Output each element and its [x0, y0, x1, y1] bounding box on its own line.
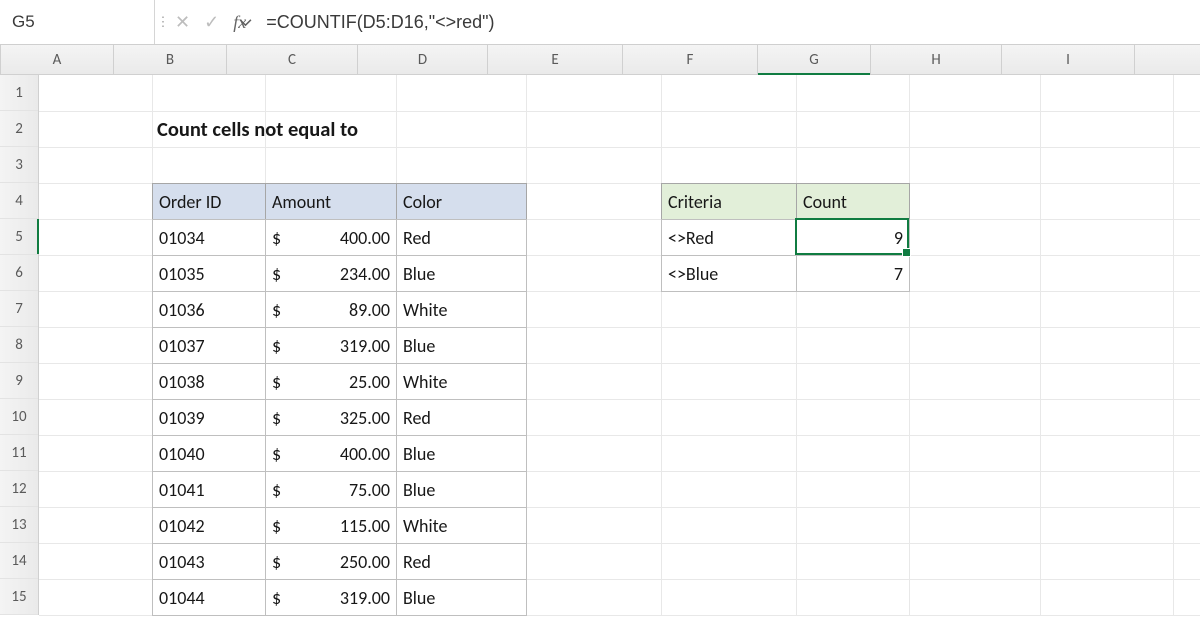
- table-row[interactable]: Red: [396, 399, 527, 436]
- row-header-4[interactable]: 4: [0, 183, 38, 219]
- row-header-6[interactable]: 6: [0, 255, 38, 291]
- table-header-order_id[interactable]: Order ID: [152, 183, 266, 220]
- criteria-cell[interactable]: <>Blue: [661, 255, 797, 292]
- formula-bar: ⋮ ✕ ✓ fx: [0, 0, 1200, 45]
- table-row[interactable]: $400.00: [265, 435, 397, 472]
- row-header-2[interactable]: 2: [0, 111, 38, 147]
- table-row[interactable]: 01041: [152, 471, 266, 508]
- column-header-D[interactable]: D: [358, 45, 488, 74]
- column-header-H[interactable]: H: [871, 45, 1002, 74]
- table-row[interactable]: Red: [396, 543, 527, 580]
- table-row[interactable]: Blue: [396, 579, 527, 616]
- table-header-amount[interactable]: Amount: [265, 183, 397, 220]
- table-row[interactable]: $400.00: [265, 219, 397, 256]
- table-row[interactable]: 01037: [152, 327, 266, 364]
- table-row[interactable]: $319.00: [265, 579, 397, 616]
- table-row[interactable]: $319.00: [265, 327, 397, 364]
- column-header-F[interactable]: F: [623, 45, 758, 74]
- table-row[interactable]: White: [396, 291, 527, 328]
- criteria-cell[interactable]: <>Red: [661, 219, 797, 256]
- column-header-G[interactable]: G: [758, 45, 871, 74]
- table-row[interactable]: $250.00: [265, 543, 397, 580]
- row-header-8[interactable]: 8: [0, 327, 38, 363]
- table-row[interactable]: 01034: [152, 219, 266, 256]
- table-row[interactable]: Blue: [396, 327, 527, 364]
- row-header-11[interactable]: 11: [0, 435, 38, 471]
- column-header-J[interactable]: J: [1135, 45, 1200, 74]
- row-headers: 123456789101112131415: [0, 75, 39, 615]
- column-header-C[interactable]: C: [227, 45, 358, 74]
- row-header-12[interactable]: 12: [0, 471, 38, 507]
- cells-area[interactable]: Count cells not equal toOrder IDAmountCo…: [39, 75, 1200, 615]
- table-row[interactable]: $89.00: [265, 291, 397, 328]
- table-header-color[interactable]: Color: [396, 183, 527, 220]
- column-header-E[interactable]: E: [488, 45, 623, 74]
- table-row[interactable]: 01044: [152, 579, 266, 616]
- row-header-3[interactable]: 3: [0, 147, 38, 183]
- table-row[interactable]: White: [396, 363, 527, 400]
- table-row[interactable]: Blue: [396, 471, 527, 508]
- row-header-7[interactable]: 7: [0, 291, 38, 327]
- count-cell[interactable]: 7: [796, 255, 910, 292]
- formula-input[interactable]: [256, 0, 1200, 44]
- row-header-10[interactable]: 10: [0, 399, 38, 435]
- table-row[interactable]: Blue: [396, 255, 527, 292]
- table-row[interactable]: Red: [396, 219, 527, 256]
- table-row[interactable]: 01038: [152, 363, 266, 400]
- spreadsheet-grid[interactable]: 123456789101112131415 Count cells not eq…: [0, 75, 1200, 615]
- table-row[interactable]: $115.00: [265, 507, 397, 544]
- table-row[interactable]: White: [396, 507, 527, 544]
- table-row[interactable]: 01036: [152, 291, 266, 328]
- row-header-14[interactable]: 14: [0, 543, 38, 579]
- table-row[interactable]: 01042: [152, 507, 266, 544]
- name-box[interactable]: [12, 12, 233, 32]
- column-header-I[interactable]: I: [1002, 45, 1135, 74]
- name-box-wrap: [0, 0, 155, 44]
- chevron-down-icon[interactable]: [233, 16, 262, 29]
- row-header-15[interactable]: 15: [0, 579, 38, 615]
- table-row[interactable]: $325.00: [265, 399, 397, 436]
- table-row[interactable]: Blue: [396, 435, 527, 472]
- table-row[interactable]: $75.00: [265, 471, 397, 508]
- row-header-5[interactable]: 5: [0, 219, 38, 255]
- page-title: Count cells not equal to: [157, 116, 358, 142]
- column-header-B[interactable]: B: [114, 45, 227, 74]
- table-row[interactable]: 01040: [152, 435, 266, 472]
- column-headers: ABCDEFGHIJ: [0, 45, 1200, 75]
- criteria-header-count[interactable]: Count: [796, 183, 910, 220]
- table-row[interactable]: 01035: [152, 255, 266, 292]
- column-header-A[interactable]: A: [1, 45, 114, 74]
- table-row[interactable]: 01039: [152, 399, 266, 436]
- row-header-13[interactable]: 13: [0, 507, 38, 543]
- criteria-header-criteria[interactable]: Criteria: [661, 183, 797, 220]
- table-row[interactable]: $234.00: [265, 255, 397, 292]
- row-header-1[interactable]: 1: [0, 75, 38, 111]
- table-row[interactable]: $25.00: [265, 363, 397, 400]
- count-cell[interactable]: 9: [796, 219, 910, 256]
- row-header-9[interactable]: 9: [0, 363, 38, 399]
- table-row[interactable]: 01043: [152, 543, 266, 580]
